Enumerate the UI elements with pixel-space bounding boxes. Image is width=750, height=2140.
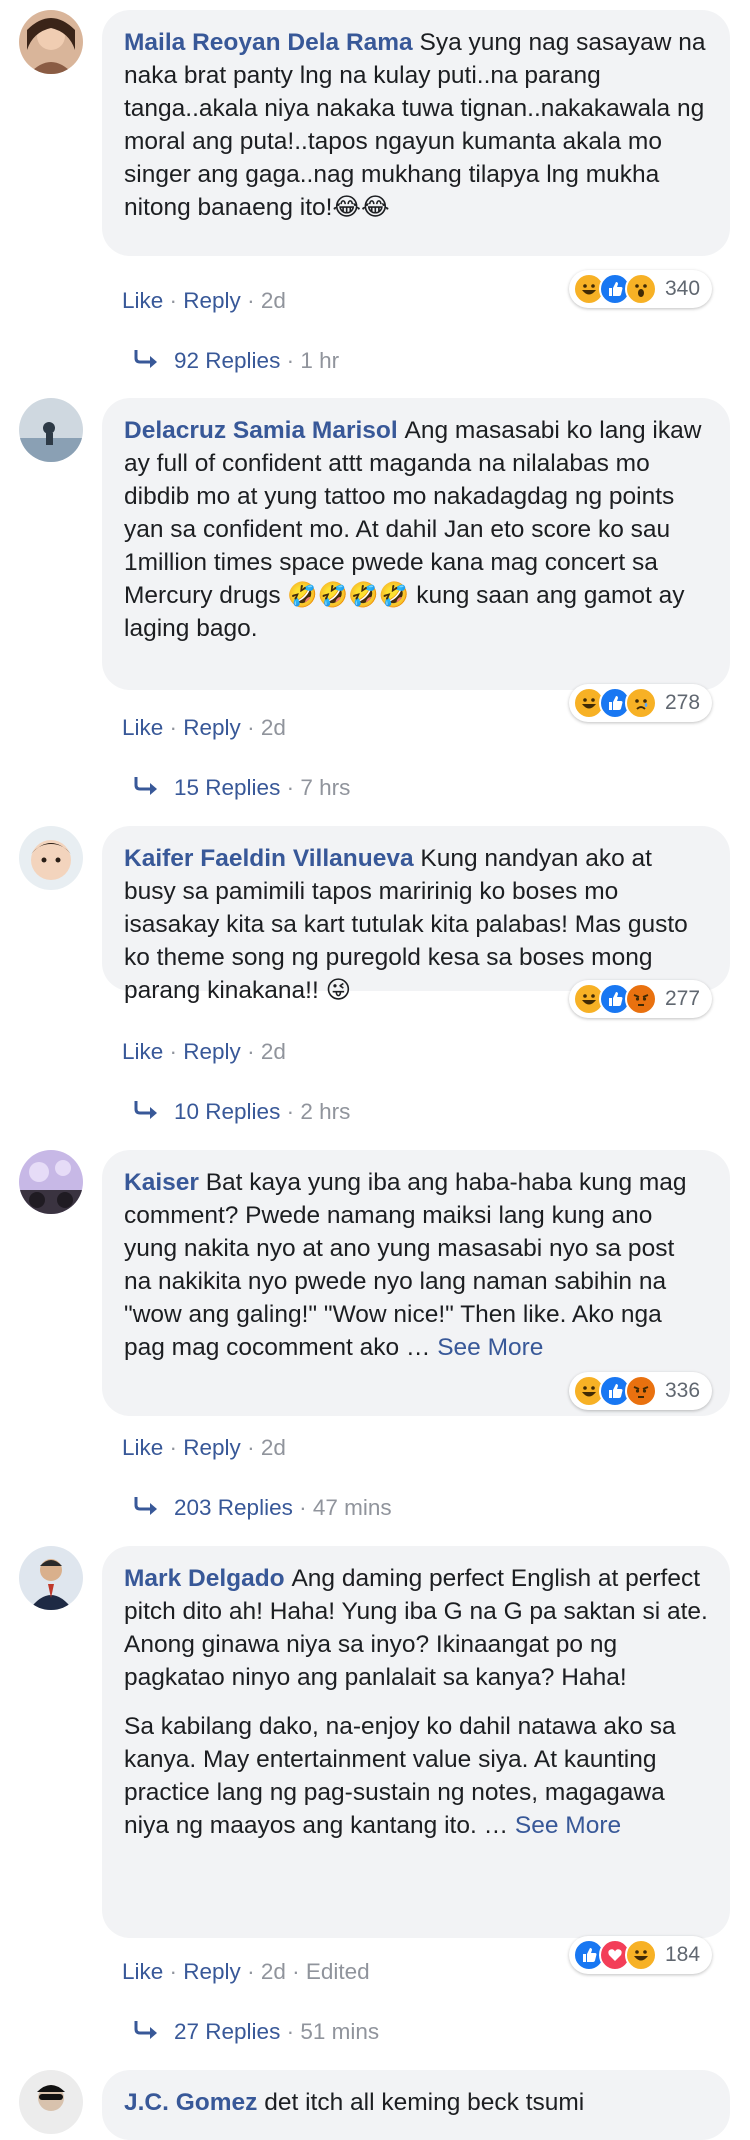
avatar[interactable] xyxy=(19,10,83,74)
comment-timestamp[interactable]: 2d xyxy=(261,1039,286,1064)
like-link[interactable]: Like xyxy=(122,715,163,740)
replies-time: 47 mins xyxy=(312,1495,392,1520)
comment-actions: Like · Reply · 2d xyxy=(122,288,286,313)
avatar[interactable] xyxy=(19,1546,83,1610)
see-more-link[interactable]: See More xyxy=(515,1812,621,1839)
reply-link[interactable]: Reply xyxy=(183,715,241,740)
angry-icon xyxy=(625,1375,657,1407)
comment-author[interactable]: Mark Delgado xyxy=(124,1565,291,1592)
comment-author[interactable]: J.C. Gomez xyxy=(124,2089,264,2116)
replies-count[interactable]: 203 Replies xyxy=(174,1495,293,1520)
wow-icon xyxy=(625,273,657,305)
comment-timestamp[interactable]: 2d xyxy=(261,715,286,740)
replies-time: 1 hr xyxy=(300,348,340,373)
avatar[interactable] xyxy=(19,398,83,462)
comment-text: det itch all keming beck tsumi xyxy=(264,2089,585,2116)
avatar[interactable] xyxy=(19,826,83,890)
reaction-summary[interactable]: 340 xyxy=(569,270,713,308)
comment-bubble: Kaifer Faeldin Villanueva Kung nandyan a… xyxy=(102,826,730,1004)
comment-author[interactable]: Maila Reoyan Dela Rama xyxy=(124,29,419,56)
comment-text: Ang masasabi ko lang ikaw ay full of con… xyxy=(124,417,709,642)
reply-link[interactable]: Reply xyxy=(183,288,241,313)
comment-author[interactable]: Kaifer Faeldin Villanueva xyxy=(124,845,420,872)
comment-text: Bat kaya yung iba ang haba-haba kung mag… xyxy=(124,1169,694,1361)
reaction-summary[interactable]: 184 xyxy=(569,1936,713,1974)
haha-icon xyxy=(625,1939,657,1971)
comment-actions: Like · Reply · 2d xyxy=(122,715,286,740)
comment-actions: Like · Reply · 2d xyxy=(122,1435,286,1460)
reaction-count: 340 xyxy=(665,277,701,300)
like-link[interactable]: Like xyxy=(122,1039,163,1064)
comment-author[interactable]: Delacruz Samia Marisol xyxy=(124,417,405,444)
comment-bubble: Maila Reoyan Dela Rama Sya yung nag sasa… xyxy=(102,10,730,256)
comment-text-paragraph-2: Sa kabilang dako, na-enjoy ko dahil nata… xyxy=(124,1710,708,1842)
replies-time: 2 hrs xyxy=(300,1099,351,1124)
replies-count[interactable]: 10 Replies xyxy=(174,1099,280,1124)
replies-time: 7 hrs xyxy=(300,775,351,800)
reply-link[interactable]: Reply xyxy=(183,1959,241,1984)
reaction-count: 278 xyxy=(665,691,701,714)
avatar[interactable] xyxy=(19,2070,83,2134)
comment-bubble: Mark Delgado Ang daming perfect English … xyxy=(102,1546,730,1938)
reply-link[interactable]: Reply xyxy=(183,1039,241,1064)
like-link[interactable]: Like xyxy=(122,1435,163,1460)
angry-icon xyxy=(625,983,657,1015)
reply-arrow-icon xyxy=(132,1495,160,1523)
reaction-summary[interactable]: 278 xyxy=(569,684,713,722)
see-more-link[interactable]: See More xyxy=(437,1334,543,1361)
like-link[interactable]: Like xyxy=(122,288,163,313)
replies-count[interactable]: 15 Replies xyxy=(174,775,280,800)
sad-icon xyxy=(625,687,657,719)
comment-timestamp[interactable]: 2d xyxy=(261,288,286,313)
edited-label: Edited xyxy=(305,1959,370,1984)
reaction-summary[interactable]: 336 xyxy=(569,1372,713,1410)
reply-arrow-icon xyxy=(132,2019,160,2047)
comment-bubble: Delacruz Samia Marisol Ang masasabi ko l… xyxy=(102,398,730,690)
comment-timestamp[interactable]: 2d xyxy=(261,1959,286,1984)
reply-arrow-icon xyxy=(132,348,160,376)
reaction-count: 277 xyxy=(665,987,701,1010)
reaction-count: 336 xyxy=(665,1379,701,1402)
view-replies-link[interactable]: 92 Replies · 1 hr xyxy=(132,348,339,376)
view-replies-link[interactable]: 15 Replies · 7 hrs xyxy=(132,775,350,803)
replies-count[interactable]: 92 Replies xyxy=(174,348,280,373)
comment-text: Sya yung nag sasayaw na naka brat panty … xyxy=(124,29,713,221)
comment-timestamp[interactable]: 2d xyxy=(261,1435,286,1460)
view-replies-link[interactable]: 10 Replies · 2 hrs xyxy=(132,1099,350,1127)
comment-author[interactable]: Kaiser xyxy=(124,1169,206,1196)
view-replies-link[interactable]: 27 Replies · 51 mins xyxy=(132,2019,379,2047)
view-replies-link[interactable]: 203 Replies · 47 mins xyxy=(132,1495,392,1523)
like-link[interactable]: Like xyxy=(122,1959,163,1984)
comment-actions: Like · Reply · 2d · Edited xyxy=(122,1959,370,1984)
comment-actions: Like · Reply · 2d xyxy=(122,1039,286,1064)
reaction-count: 184 xyxy=(665,1943,701,1966)
reply-arrow-icon xyxy=(132,775,160,803)
replies-count[interactable]: 27 Replies xyxy=(174,2019,280,2044)
avatar[interactable] xyxy=(19,1150,83,1214)
reaction-summary[interactable]: 277 xyxy=(569,980,713,1018)
comment-bubble: J.C. Gomez det itch all keming beck tsum… xyxy=(102,2070,730,2140)
replies-time: 51 mins xyxy=(300,2019,380,2044)
reply-link[interactable]: Reply xyxy=(183,1435,241,1460)
reply-arrow-icon xyxy=(132,1099,160,1127)
